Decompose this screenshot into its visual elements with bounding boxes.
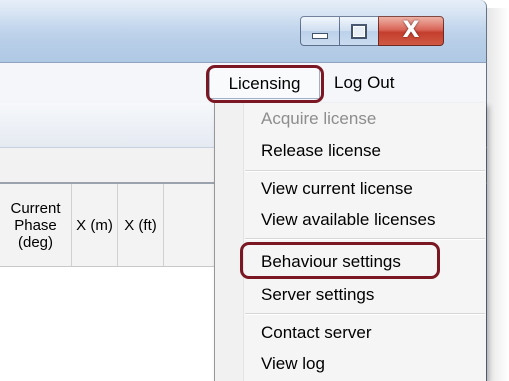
column-header-x-ft[interactable]: X (ft) [118, 184, 164, 266]
maximize-icon [351, 23, 367, 39]
column-header-x-m[interactable]: X (m) [72, 184, 118, 266]
menu-separator [245, 170, 485, 172]
menu-item-release-license[interactable]: Release license [261, 139, 381, 163]
menu-item-view-current-license[interactable]: View current license [261, 177, 413, 201]
menu-item-contact-server[interactable]: Contact server [261, 321, 372, 345]
menu-item-view-log[interactable]: View log [261, 352, 325, 376]
menu-bar: Licensing Log Out [0, 63, 487, 103]
licensing-dropdown-menu: Acquire license Release license View cur… [214, 103, 486, 381]
menu-separator [245, 313, 485, 315]
minimize-button[interactable] [300, 16, 340, 46]
grid-header: Current Phase (deg) X (m) X (ft) [0, 184, 214, 267]
menu-separator [245, 238, 485, 240]
column-header-label: Current Phase (deg) [10, 199, 61, 251]
minimize-icon [312, 33, 328, 39]
column-header-label: X (ft) [124, 216, 157, 234]
column-header-current-phase[interactable]: Current Phase (deg) [0, 184, 72, 266]
menu-item-behaviour-settings[interactable]: Behaviour settings [261, 250, 401, 274]
close-icon: X [402, 18, 420, 43]
menu-log-out[interactable]: Log Out [334, 71, 395, 95]
close-button[interactable]: X [378, 16, 444, 46]
title-bar[interactable]: X [0, 0, 487, 63]
menu-item-view-available-licenses[interactable]: View available licenses [261, 208, 436, 232]
menu-item-server-settings[interactable]: Server settings [261, 283, 374, 307]
menu-licensing[interactable]: Licensing [209, 67, 320, 99]
column-header-label: X (m) [76, 216, 113, 234]
maximize-button[interactable] [339, 16, 379, 46]
window-shadow [486, 8, 509, 381]
menu-icon-gutter [215, 103, 244, 381]
menu-item-acquire-license[interactable]: Acquire license [261, 107, 376, 131]
